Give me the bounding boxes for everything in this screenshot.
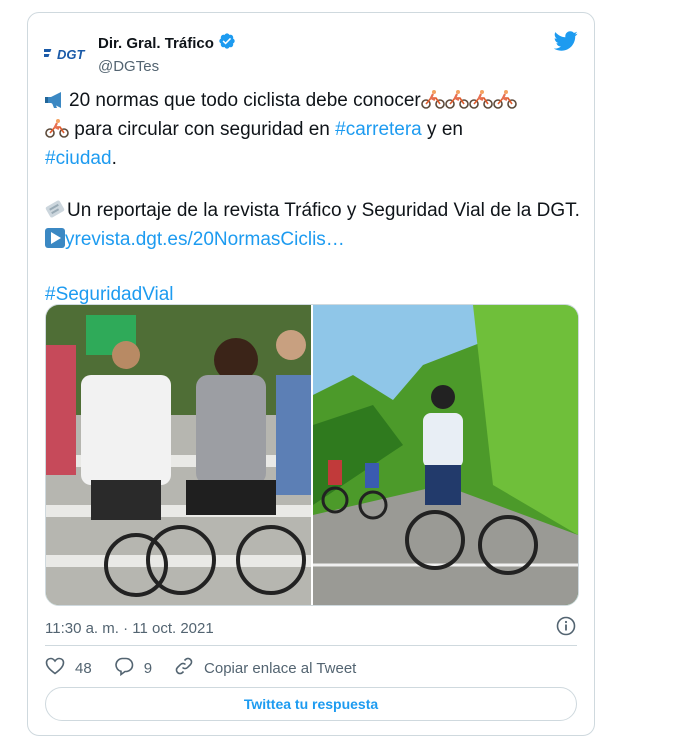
newspaper-icon bbox=[45, 199, 67, 227]
divider bbox=[45, 645, 577, 646]
cyclist-icon bbox=[468, 89, 493, 117]
like-count: 48 bbox=[75, 659, 92, 677]
verified-badge-icon bbox=[218, 32, 236, 55]
hashtag-seguridadvial-link[interactable]: #SeguridadVial bbox=[45, 284, 174, 305]
cyclist-icon bbox=[420, 89, 445, 117]
mountain-road-cyclists-photo[interactable] bbox=[313, 305, 578, 605]
tweet-line-1: 20 normas que todo ciclista debe conocer bbox=[69, 90, 421, 111]
copy-link-button[interactable]: Copiar enlace al Tweet bbox=[174, 656, 356, 680]
city-cyclists-photo[interactable] bbox=[46, 305, 311, 605]
reply-count: 9 bbox=[143, 659, 153, 677]
reply-button[interactable]: 9 bbox=[114, 656, 152, 680]
tweet-card: DGT Dir. Gral. Tráfico @DGTes 20 normas … bbox=[27, 12, 595, 736]
info-icon[interactable] bbox=[556, 616, 576, 641]
cyclist-emoji-row bbox=[420, 90, 517, 111]
hashtag-ciudad-link[interactable]: #ciudad bbox=[45, 148, 112, 169]
reply-bubble-icon bbox=[114, 656, 134, 680]
author-name[interactable]: Dir. Gral. Tráfico bbox=[98, 35, 214, 52]
report-link[interactable]: yrevista.dgt.es/20NormasCiclis… bbox=[65, 229, 345, 250]
tweet-and-text: y en bbox=[421, 119, 463, 140]
play-button-icon bbox=[45, 228, 65, 256]
tweet-reply-button[interactable]: Twittea tu respuesta bbox=[45, 687, 577, 721]
link-icon bbox=[174, 656, 194, 680]
tweet-text: 20 normas que todo ciclista debe conocer… bbox=[45, 88, 585, 308]
dgt-logo-avatar[interactable]: DGT bbox=[44, 31, 90, 77]
author-block: Dir. Gral. Tráfico @DGTes bbox=[98, 32, 236, 75]
tweet-media[interactable] bbox=[45, 304, 579, 606]
tweet-timestamp[interactable]: 11:30 a. m. · 11 oct. 2021 bbox=[45, 620, 214, 637]
cyclist-icon bbox=[444, 89, 469, 117]
cyclist-icon bbox=[492, 89, 517, 117]
author-handle[interactable]: @DGTes bbox=[98, 58, 236, 75]
megaphone-icon bbox=[45, 91, 69, 117]
tweet-line-2: para circular con seguridad en bbox=[69, 119, 336, 140]
tweet-actions: 48 9 Copiar enlace al Tweet bbox=[45, 656, 378, 680]
tweet-period: . bbox=[111, 148, 117, 169]
copy-link-label: Copiar enlace al Tweet bbox=[204, 659, 357, 677]
svg-text:DGT: DGT bbox=[57, 47, 86, 62]
report-text: Un reportaje de la revista Tráfico y Seg… bbox=[67, 200, 580, 221]
heart-icon bbox=[45, 657, 65, 679]
hashtag-carretera-link[interactable]: #carretera bbox=[335, 119, 422, 140]
twitter-bird-icon[interactable] bbox=[553, 29, 578, 58]
like-button[interactable]: 48 bbox=[45, 657, 92, 679]
cyclist-icon bbox=[45, 118, 69, 146]
